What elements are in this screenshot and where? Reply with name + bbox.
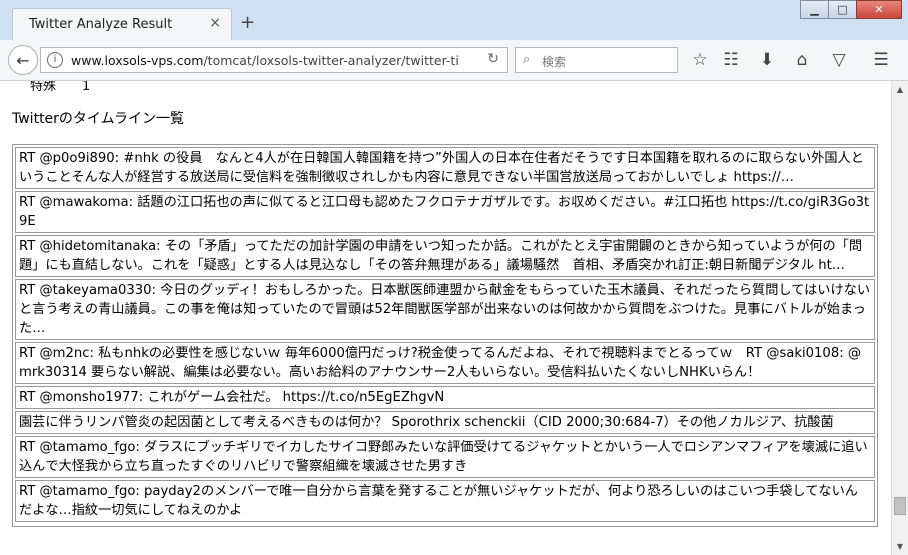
tweet-row: RT @tamamo_fgo: payday2のメンバーで唯一自分から言葉を発す…	[15, 480, 875, 522]
scroll-up-arrow-icon[interactable]: ▲	[892, 81, 908, 98]
bookmark-star-icon[interactable]: ☆	[688, 50, 712, 70]
new-tab-icon[interactable]: +	[240, 12, 255, 33]
tweet-row: RT @mawakoma: 話題の江口拓也の声に似てると江口母も認めたフクロテナ…	[15, 191, 875, 233]
window-controls: ▁ □ ✕	[800, 0, 902, 19]
search-icon: ⌕	[523, 52, 531, 67]
tweet-row: RT @m2nc: 私もnhkの必要性を感じないｗ 毎年6000億円だっけ?税金…	[15, 342, 875, 384]
tweet-row: RT @monsho1977: これがゲーム会社だ。 https://t.co/…	[15, 386, 875, 409]
page-content: 特殊 1 Twitterのタイムライン一覧 RT @p0o9i890: #nhk…	[0, 81, 891, 555]
navigation-toolbar: ← i www.loxsols-vps.com/tomcat/loxsols-t…	[0, 40, 908, 81]
tweet-row: 園芸に伴うリンパ管炎の起因菌として考えるべきものは何か？ Sporothrix …	[15, 411, 875, 434]
download-icon[interactable]: ⬇	[755, 50, 779, 70]
tweet-row: RT @takeyama0330: 今日のグッディ！おもしろかった。日本獣医師連…	[15, 279, 875, 340]
url-bar[interactable]: i www.loxsols-vps.com/tomcat/loxsols-twi…	[40, 47, 508, 73]
url-path: /tomcat/loxsols-twitter-analyzer/twitter…	[203, 53, 459, 68]
pocket-icon[interactable]: ▽	[827, 50, 851, 70]
url-host: www.loxsols-vps.com	[71, 53, 204, 68]
tweet-row: RT @hidetomitanaka: その「矛盾」ってただの加計学園の申請をい…	[15, 235, 875, 277]
tweet-row: RT @tamamo_fgo: ダラスにブッチギリでイカしたサイコ野郎みたいな評…	[15, 436, 875, 478]
cut-off-text: 特殊 1	[30, 81, 91, 94]
tweet-row: RT @p0o9i890: #nhk の役員 なんと4人が在日韓国人韓国籍を持つ…	[15, 147, 875, 189]
back-arrow-icon: ←	[16, 50, 30, 70]
reload-icon[interactable]: ↻	[487, 51, 499, 67]
menu-icon[interactable]: ☰	[869, 50, 893, 70]
url-text[interactable]: www.loxsols-vps.com/tomcat/loxsols-twitt…	[71, 53, 481, 68]
scroll-down-arrow-icon[interactable]: ▼	[892, 538, 908, 555]
vertical-scrollbar[interactable]: ▲ ▼	[891, 81, 908, 555]
home-icon[interactable]: ⌂	[790, 50, 814, 70]
scrollbar-thumb[interactable]	[894, 497, 906, 515]
reading-list-icon[interactable]: ☷	[719, 50, 743, 70]
timeline-table: RT @p0o9i890: #nhk の役員 なんと4人が在日韓国人韓国籍を持つ…	[12, 144, 878, 527]
tab-title: Twitter Analyze Result	[29, 17, 173, 32]
page-heading: Twitterのタイムライン一覧	[12, 111, 184, 127]
maximize-button[interactable]: □	[828, 0, 857, 19]
close-window-button[interactable]: ✕	[856, 0, 902, 19]
browser-tab[interactable]: Twitter Analyze Result ×	[12, 8, 232, 40]
info-icon[interactable]: i	[47, 52, 63, 68]
browser-titlebar: Twitter Analyze Result × + ▁ □ ✕	[0, 0, 908, 40]
back-button[interactable]: ←	[8, 45, 38, 75]
close-tab-icon[interactable]: ×	[209, 15, 221, 31]
minimize-button[interactable]: ▁	[800, 0, 829, 19]
search-placeholder: 検索	[542, 55, 567, 69]
search-bar[interactable]: ⌕ 検索	[515, 47, 678, 73]
